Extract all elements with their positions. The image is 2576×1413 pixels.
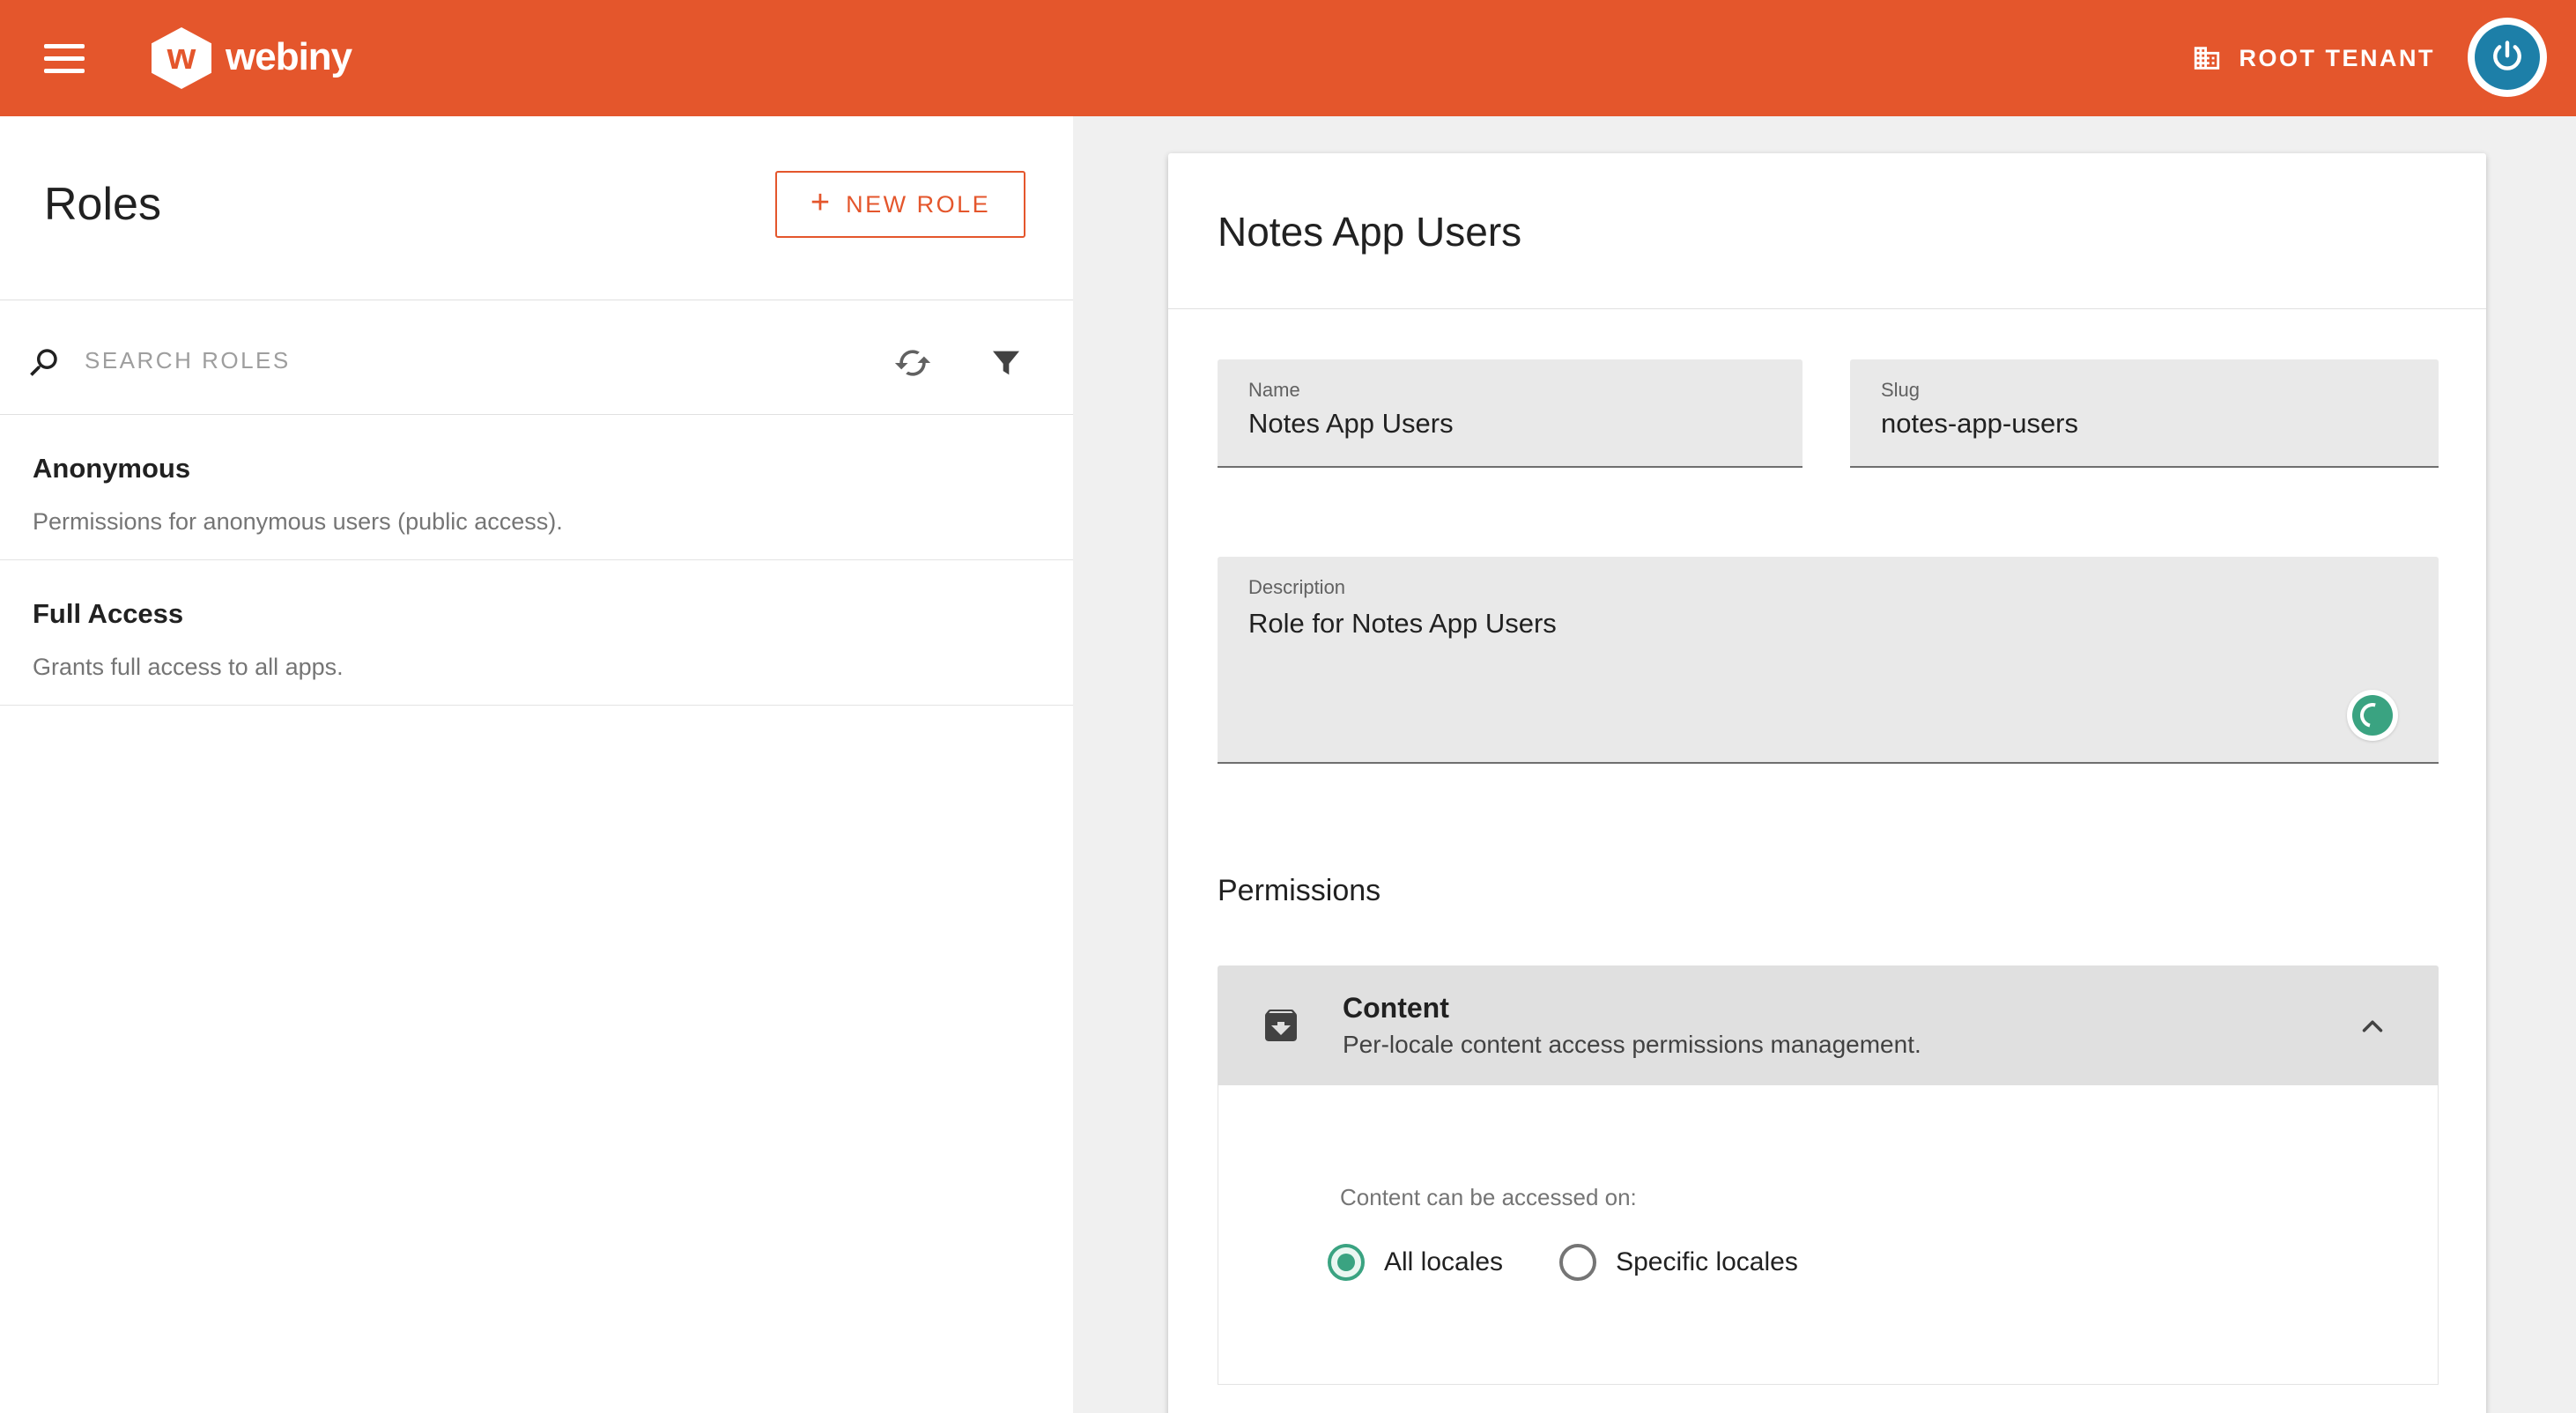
description-field-label: Description bbox=[1248, 576, 1345, 599]
name-field[interactable]: Name bbox=[1218, 359, 1802, 468]
radio-all-locales-label[interactable]: All locales bbox=[1384, 1247, 1503, 1277]
page-title: Roles bbox=[44, 178, 161, 231]
search-input[interactable] bbox=[85, 336, 754, 385]
slug-input[interactable] bbox=[1881, 408, 2412, 440]
accordion-text: Content Per-locale content access permis… bbox=[1343, 990, 1921, 1061]
description-field[interactable]: Description Role for Notes App Users bbox=[1218, 557, 2439, 764]
accordion-subtitle: Per-locale content access permissions ma… bbox=[1343, 1029, 1921, 1061]
role-description: Grants full access to all apps. bbox=[33, 652, 1038, 682]
detail-area: Notes App Users Name Slug Description Ro… bbox=[1073, 116, 2576, 1413]
slug-field-label: Slug bbox=[1881, 379, 1920, 402]
permissions-heading: Permissions bbox=[1218, 874, 1381, 908]
filter-icon[interactable] bbox=[988, 345, 1024, 381]
search-bar bbox=[0, 300, 1073, 414]
content-accordion-body: Content can be accessed on: All locales … bbox=[1218, 1085, 2439, 1385]
new-role-button[interactable]: + NEW ROLE bbox=[775, 171, 1025, 238]
logo-initial: w bbox=[167, 38, 196, 75]
brand-wordmark: webiny bbox=[226, 35, 352, 79]
root-tenant-button[interactable]: ROOT TENANT bbox=[2192, 0, 2436, 116]
webiny-logo-icon: w bbox=[152, 27, 211, 89]
role-list: Anonymous Permissions for anonymous user… bbox=[0, 415, 1073, 706]
top-bar: w webiny ROOT TENANT bbox=[0, 0, 2576, 116]
content-accordion-header[interactable]: Content Per-locale content access permis… bbox=[1218, 965, 2439, 1085]
accordion-title: Content bbox=[1343, 990, 1921, 1025]
new-role-button-label: NEW ROLE bbox=[846, 191, 990, 218]
radio-all-locales[interactable] bbox=[1328, 1244, 1365, 1281]
role-name: Anonymous bbox=[33, 452, 1038, 485]
avatar-icon bbox=[2475, 25, 2540, 90]
tenant-label: ROOT TENANT bbox=[2239, 45, 2436, 72]
description-input[interactable]: Role for Notes App Users bbox=[1248, 608, 2412, 640]
role-detail-card: Notes App Users Name Slug Description Ro… bbox=[1168, 153, 2486, 1413]
name-field-label: Name bbox=[1248, 379, 1300, 402]
role-list-item-anonymous[interactable]: Anonymous Permissions for anonymous user… bbox=[0, 415, 1073, 560]
building-icon bbox=[2192, 43, 2222, 73]
refresh-icon[interactable] bbox=[893, 344, 932, 382]
content-access-label: Content can be accessed on: bbox=[1340, 1184, 1637, 1211]
archive-icon bbox=[1260, 1004, 1302, 1047]
search-icon bbox=[25, 344, 62, 381]
user-avatar[interactable] bbox=[2468, 18, 2547, 97]
menu-icon[interactable] bbox=[44, 44, 85, 73]
divider bbox=[1168, 308, 2486, 309]
role-detail-title: Notes App Users bbox=[1218, 208, 1521, 255]
name-input[interactable] bbox=[1248, 408, 1776, 440]
radio-specific-locales-label[interactable]: Specific locales bbox=[1616, 1247, 1798, 1277]
role-list-item-full-access[interactable]: Full Access Grants full access to all ap… bbox=[0, 560, 1073, 706]
role-name: Full Access bbox=[33, 597, 1038, 631]
locale-options: All locales Specific locales bbox=[1328, 1244, 1798, 1281]
plus-icon: + bbox=[811, 184, 830, 222]
slug-field[interactable]: Slug bbox=[1850, 359, 2439, 468]
roles-panel: Roles + NEW ROLE Anonymous Permissions f… bbox=[0, 116, 1073, 1413]
chevron-up-icon[interactable] bbox=[2356, 1010, 2389, 1043]
autosave-spinner-icon bbox=[2347, 690, 2398, 741]
radio-specific-locales[interactable] bbox=[1559, 1244, 1596, 1281]
role-description: Permissions for anonymous users (public … bbox=[33, 507, 1038, 536]
